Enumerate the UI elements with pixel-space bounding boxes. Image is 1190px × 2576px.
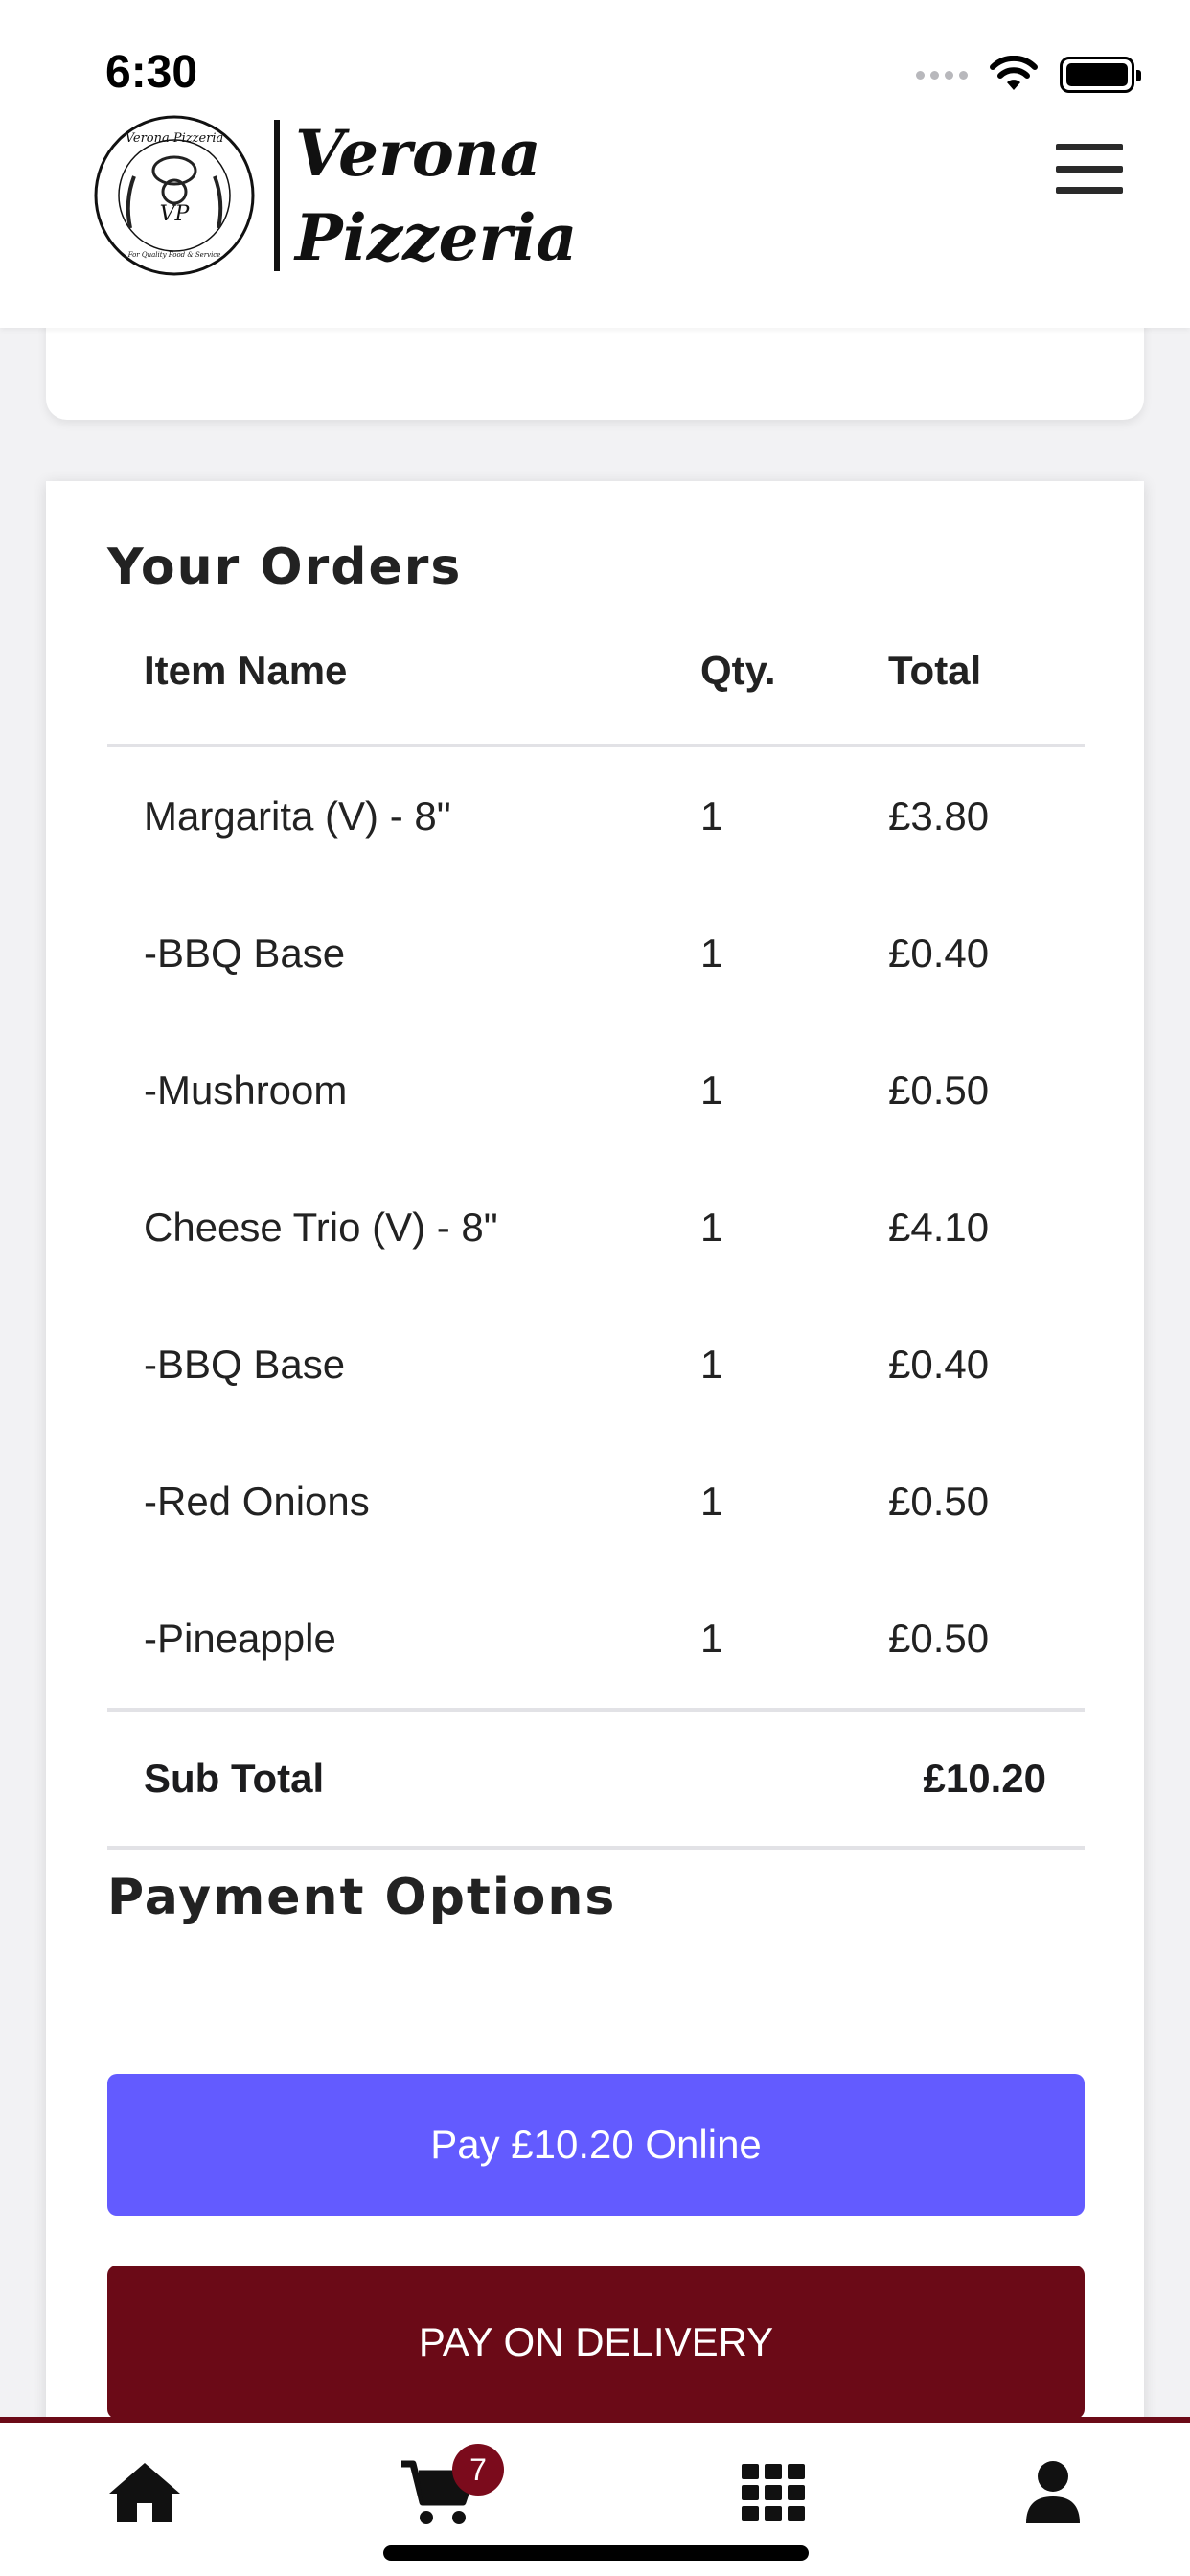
brand-logo[interactable]: Verona Pizzeria VP For Quality Food & Se… <box>92 111 577 280</box>
seal-initials: VP <box>160 202 191 226</box>
home-indicator <box>383 2545 809 2561</box>
cart-count-badge: 7 <box>452 2444 504 2496</box>
logo-name-line1: Verona <box>295 116 541 191</box>
pay-on-delivery-button[interactable]: PAY ON DELIVERY <box>107 2266 1085 2419</box>
column-item-name: Item Name <box>144 648 348 693</box>
order-row: -BBQ Base 1 £0.40 <box>46 885 1144 1022</box>
subtotal-value: £10.20 <box>923 1756 1046 1801</box>
order-item-total: £4.10 <box>888 1204 990 1250</box>
column-qty: Qty. <box>700 648 776 693</box>
pay-online-button[interactable]: Pay £10.20 Online <box>107 2074 1085 2216</box>
order-item-name: Margarita (V) - 8" <box>144 793 451 839</box>
grid-icon[interactable] <box>730 2450 816 2536</box>
order-row: Margarita (V) - 8" 1 £3.80 <box>46 748 1144 885</box>
order-item-qty: 1 <box>700 1478 723 1524</box>
order-item-name: -Mushroom <box>144 1067 348 1113</box>
order-item-qty: 1 <box>700 1067 723 1113</box>
order-item-qty: 1 <box>700 1615 723 1661</box>
order-item-total: £0.50 <box>888 1478 990 1524</box>
status-time: 6:30 <box>105 47 198 98</box>
order-row: -Red Onions 1 £0.50 <box>46 1433 1144 1570</box>
status-icons <box>916 56 1141 94</box>
payment-options-title: Payment Options <box>107 1869 617 1926</box>
home-icon[interactable] <box>102 2450 188 2536</box>
order-item-name: -Pineapple <box>144 1615 336 1661</box>
order-item-qty: 1 <box>700 793 723 839</box>
order-item-name: -BBQ Base <box>144 930 346 976</box>
payment-divider <box>107 1846 1085 1850</box>
order-row: -Mushroom 1 £0.50 <box>46 1022 1144 1159</box>
battery-icon <box>1060 57 1141 93</box>
user-icon[interactable] <box>1010 2450 1096 2536</box>
logo-name-line2: Pizzeria <box>295 200 578 275</box>
order-item-total: £0.50 <box>888 1615 990 1661</box>
seal-text-top: Verona Pizzeria <box>126 131 224 146</box>
order-item-qty: 1 <box>700 930 723 976</box>
orders-card: Your Orders Item Name Qty. Total Margari… <box>46 481 1144 2576</box>
order-item-total: £3.80 <box>888 793 990 839</box>
order-item-name: -BBQ Base <box>144 1341 346 1387</box>
signal-icon <box>916 70 968 80</box>
column-total: Total <box>888 648 982 693</box>
order-item-name: -Red Onions <box>144 1478 370 1524</box>
logo-divider <box>274 120 280 271</box>
subtotal-divider <box>107 1708 1085 1712</box>
order-row: -Pineapple 1 £0.50 <box>46 1570 1144 1707</box>
app-header: 6:30 Verona Pizzeria VP For Quality Food… <box>0 0 1190 328</box>
subtotal-label: Sub Total <box>144 1756 325 1801</box>
orders-title: Your Orders <box>107 539 463 596</box>
logo-seal-icon: Verona Pizzeria VP For Quality Food & Se… <box>94 115 255 276</box>
seal-text-bottom: For Quality Food & Service <box>127 251 221 259</box>
bottom-nav: 7 <box>0 2417 1190 2576</box>
order-row: Cheese Trio (V) - 8" 1 £4.10 <box>46 1159 1144 1296</box>
order-item-qty: 1 <box>700 1204 723 1250</box>
order-item-total: £0.40 <box>888 930 990 976</box>
order-item-qty: 1 <box>700 1341 723 1387</box>
wifi-icon <box>990 56 1038 90</box>
logo-wordmark: Verona Pizzeria <box>295 111 577 280</box>
order-row: -BBQ Base 1 £0.40 <box>46 1296 1144 1433</box>
order-item-total: £0.50 <box>888 1067 990 1113</box>
hamburger-icon[interactable] <box>1056 144 1123 194</box>
order-item-total: £0.40 <box>888 1341 990 1387</box>
order-item-name: Cheese Trio (V) - 8" <box>144 1204 498 1250</box>
